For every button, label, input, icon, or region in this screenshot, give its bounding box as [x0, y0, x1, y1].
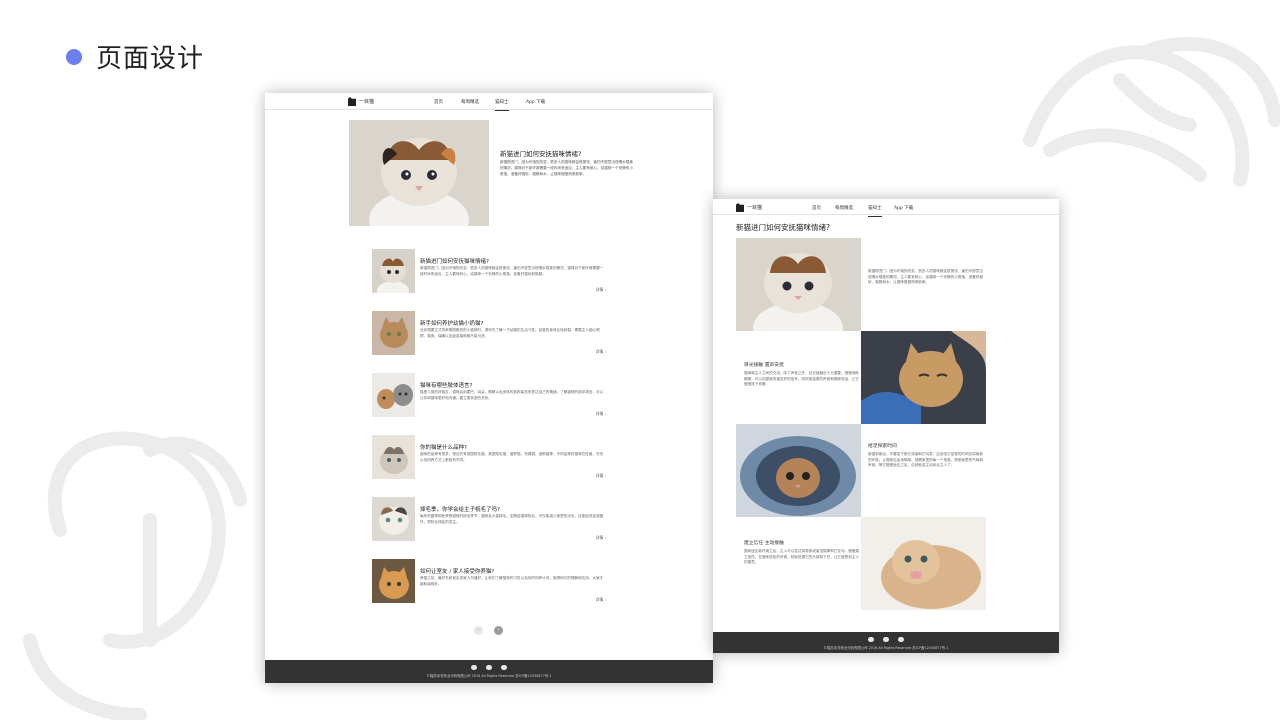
site-footer: ©喵苏米非商业代码有限公司 2016 All Rights Reserved 苏… — [713, 632, 1059, 653]
footer-social-icons — [265, 660, 713, 670]
chevron-right-icon: › — [604, 535, 606, 540]
article-more-link[interactable]: 详情 › — [596, 597, 606, 603]
article-more-link[interactable]: 详情 › — [596, 349, 606, 355]
qq-icon[interactable] — [501, 665, 507, 670]
hero-body: 新猫刚进门，因为环境的改变，很多人的猫咪都会很紧张，害怕不愿意出现喝水喂食的情况… — [500, 160, 633, 176]
bullet-dot-icon — [66, 48, 82, 65]
article-item[interactable]: 新猫进门如何安抚猫咪情绪? 新猫刚进门，因为环境的改变，很多人的猫咪都会很紧张，… — [372, 249, 606, 294]
article-thumbnail[interactable] — [372, 435, 415, 479]
weibo-icon[interactable] — [486, 665, 492, 670]
more-link-label: 详情 — [595, 535, 604, 540]
webpage-mockup-list: 一目猫 首页 每周精选 猫知士 App 下载 新猫进门如何安抚猫咪情绪? 新猫刚… — [265, 93, 713, 683]
chevron-right-icon: › — [604, 349, 606, 354]
article-item[interactable]: 你的猫是什么品种? 猫咪的品种有很多，常见的有英国短毛猫、美国短毛猫、暹罗猫、布… — [372, 435, 606, 480]
site-logo[interactable]: 一目猫 — [736, 203, 762, 212]
article-title[interactable]: 如何让室友 / 家人接受你养猫? — [420, 567, 494, 575]
footer-copyright: ©喵苏米非商业代码有限公司 2016 All Rights Reserved 苏… — [426, 674, 552, 678]
article-title[interactable]: 新手如何养护幼猫小奶猫? — [420, 319, 483, 327]
kitten-image-4 — [861, 517, 986, 610]
slide-title: 页面设计 — [66, 38, 204, 75]
pager-prev-button[interactable]: ‹ — [474, 626, 483, 635]
article-thumbnail[interactable] — [372, 559, 415, 603]
section-heading: 给足探索时间 — [868, 444, 897, 449]
section-body: 猫咪和主人之间的交流，除了声音之外，目光接触也十分重要。慢慢地眨眼睛，可以向猫咪… — [744, 371, 859, 387]
nav-item-app-download[interactable]: App 下载 — [526, 99, 545, 105]
wechat-icon[interactable] — [471, 665, 477, 670]
chevron-right-icon: › — [604, 473, 606, 478]
article-title[interactable]: 猫咪有哪些肢体语言? — [420, 381, 472, 389]
article-thumbnail[interactable] — [372, 497, 415, 541]
webpage-mockup-article: 一目猫 首页 每周精选 猫知士 App 下载 新猫进门如何安抚猫咪情绪? 新猫刚… — [713, 199, 1059, 653]
site-logo-text: 一目猫 — [747, 205, 763, 211]
article-page-title: 新猫进门如何安抚猫咪情绪? — [736, 223, 830, 232]
article-more-link[interactable]: 详情 › — [596, 411, 606, 417]
wechat-icon[interactable] — [868, 637, 874, 642]
more-link-label: 详情 — [595, 597, 604, 602]
section-body: 新猫刚进门，因为环境的改变，很多人的猫咪都会很紧张，害怕不愿意出现喝水喂食的情况… — [868, 269, 983, 285]
qq-icon[interactable] — [898, 637, 904, 642]
more-link-label: 详情 — [595, 411, 604, 416]
section-heading: 目光接触 置声安抚 — [744, 363, 784, 368]
nav-item-home[interactable]: 首页 — [812, 205, 821, 211]
kitten-image-2 — [861, 331, 986, 424]
section-body: 新猫到家后，不要急于抱它或者和它玩耍，应该给它足够的时间去探索新的环境。让猫咪自… — [868, 452, 983, 468]
article-more-link[interactable]: 详情 › — [596, 535, 606, 541]
article-thumbnail[interactable] — [372, 249, 415, 293]
more-link-label: 详情 — [595, 287, 604, 292]
article-title[interactable]: 你的猫是什么品种? — [420, 443, 467, 451]
pager-next-button[interactable]: › — [494, 626, 503, 635]
article-item[interactable]: 猫咪有哪些肢体语言? 猫是人类的好朋友，猫咪会用尾巴、耳朵、眼睛以及身体的各种姿… — [372, 373, 606, 418]
more-link-label: 详情 — [595, 473, 604, 478]
kitten-image-3 — [736, 424, 861, 517]
top-nav: 一目猫 首页 每周精选 猫知士 App 下载 — [713, 199, 1059, 217]
article-summary: 新猫刚进门，因为环境的改变，很多人的猫咪都会很紧张，害怕不愿意出现喝水喂食的情况… — [420, 266, 604, 276]
section-body: 猫咪适应新环境之后，主人可以尝试用零食或者逗猫棒和它互动，慢慢建立信任。在猫咪放… — [744, 549, 859, 565]
article-item[interactable]: 新手如何养护幼猫小奶猫? 当你想要正式饲养刚刚断奶的小猫咪时，请你先了解一下幼猫… — [372, 311, 606, 356]
cat-logo-icon — [348, 97, 356, 106]
footer-copyright: ©喵苏米非商业代码有限公司 2016 All Rights Reserved 苏… — [823, 646, 949, 650]
nav-item-cat-knowledge[interactable]: 猫知士 — [868, 205, 882, 217]
top-nav: 一目猫 首页 每周精选 猫知士 App 下载 — [265, 93, 713, 111]
article-item[interactable]: 如何让室友 / 家人接受你养猫? 养猫之前，最好先和室友或家人沟通好，让他们了解… — [372, 559, 606, 604]
hero-kitten-image[interactable] — [349, 120, 489, 226]
site-footer: ©喵苏米非商业代码有限公司 2016 All Rights Reserved 苏… — [265, 660, 713, 683]
article-more-link[interactable]: 详情 › — [596, 287, 606, 293]
article-thumbnail[interactable] — [372, 311, 415, 355]
hero-title[interactable]: 新猫进门如何安抚猫咪情绪? — [500, 148, 581, 158]
footer-social-icons — [713, 632, 1059, 642]
chevron-right-icon: › — [604, 287, 606, 292]
article-summary: 猫是人类的好朋友，猫咪会用尾巴、耳朵、眼睛以及身体的各种姿态来表达自己的情绪。了… — [420, 390, 604, 400]
article-summary: 每年的春季和秋季是猫咪的换毛季节，猫咪会大量掉毛。定期给猫咪梳毛，不仅能减少家里… — [420, 514, 604, 524]
article-thumbnail[interactable] — [372, 373, 415, 417]
slide-title-text: 页面设计 — [96, 44, 205, 74]
section-heading: 建立信任 主动接触 — [744, 541, 784, 546]
site-logo[interactable]: 一目猫 — [348, 97, 374, 106]
nav-item-home[interactable]: 首页 — [434, 99, 443, 105]
cat-logo-icon — [736, 203, 744, 212]
article-summary: 当你想要正式饲养刚刚断奶的小猫咪时，请你先了解一下幼猫的生活习性。幼猫的身体比较… — [420, 328, 600, 338]
chevron-right-icon: › — [604, 597, 606, 602]
article-title[interactable]: 新猫进门如何安抚猫咪情绪? — [420, 257, 489, 265]
kitten-image-1 — [736, 238, 861, 331]
article-item[interactable]: 掉毛季，你学会给主子梳毛了吗? 每年的春季和秋季是猫咪的换毛季节，猫咪会大量掉毛… — [372, 497, 606, 542]
article-title[interactable]: 掉毛季，你学会给主子梳毛了吗? — [420, 505, 500, 513]
article-summary: 养猫之前，最好先和室友或家人沟通好，让他们了解猫咪的习性以及你的饲养计划，取得他… — [420, 576, 604, 586]
chevron-right-icon: › — [604, 411, 606, 416]
nav-item-weekly[interactable]: 每周精选 — [461, 99, 479, 105]
article-summary: 猫咪的品种有很多，常见的有英国短毛猫、美国短毛猫、暹罗猫、布偶猫、波斯猫等，不同… — [420, 452, 604, 462]
nav-item-app-download[interactable]: App 下载 — [894, 205, 913, 211]
nav-item-cat-knowledge[interactable]: 猫知士 — [495, 99, 509, 111]
nav-item-weekly[interactable]: 每周精选 — [835, 205, 853, 211]
article-more-link[interactable]: 详情 › — [596, 473, 606, 479]
weibo-icon[interactable] — [883, 637, 889, 642]
site-logo-text: 一目猫 — [359, 99, 375, 105]
more-link-label: 详情 — [595, 349, 604, 354]
